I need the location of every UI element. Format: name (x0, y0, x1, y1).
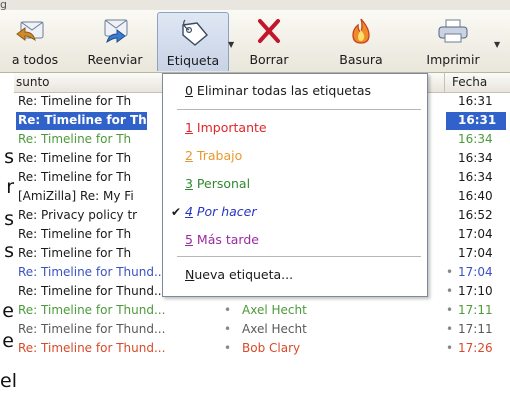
thread-dot-icon: • (446, 303, 454, 317)
left-cut-letter: e (2, 330, 14, 352)
thread-dot-icon: • (224, 303, 232, 317)
message-date: 17:10 (458, 284, 493, 298)
tag-accesskey: 1 (185, 120, 193, 135)
junk-button[interactable]: Basura (326, 12, 396, 70)
remove-all-accesskey: 0 (185, 83, 193, 98)
menu-item-tag-4[interactable]: ✔ 4 Por hacer (163, 201, 427, 223)
forward-button[interactable]: Reenviar (76, 12, 154, 70)
tag-button[interactable]: Etiqueta (157, 12, 229, 71)
thread-dot-icon: • (446, 284, 454, 298)
remove-all-label: Eliminar todas las etiquetas (192, 83, 372, 98)
tag-icon (182, 19, 208, 46)
thread-dot-icon: • (446, 322, 454, 336)
menu-item-new-tag[interactable]: Nueva etiqueta... (163, 264, 427, 286)
left-cut-letter: e (2, 300, 14, 322)
print-button[interactable]: Imprimir (412, 12, 494, 70)
message-author: Bob Clary (242, 341, 301, 355)
message-date: 16:34 (458, 132, 493, 146)
window-title-strip: g (0, 0, 510, 10)
subject-column-header[interactable]: sunto (16, 75, 50, 89)
message-date: 17:04 (458, 227, 493, 241)
reply-all-label: a todos (11, 52, 59, 67)
date-column-header[interactable]: Fecha (448, 75, 487, 89)
left-cut-letter: r (6, 176, 14, 198)
print-label: Imprimir (426, 52, 480, 67)
message-date: 17:11 (458, 303, 493, 317)
thread-dot-icon: • (446, 265, 454, 279)
message-author: Axel Hecht (242, 303, 307, 317)
tag-label: Etiqueta (166, 53, 220, 68)
menu-separator (177, 256, 421, 257)
message-row[interactable]: Re: Timeline for Thund...•Axel Hecht•17:… (14, 320, 510, 339)
reply-all-button[interactable]: a todos (0, 12, 70, 70)
tag-accesskey: 4 (185, 204, 193, 219)
message-date: 17:26 (458, 341, 493, 355)
left-cut-letter: s (4, 240, 14, 262)
thread-dot-icon: • (446, 341, 454, 355)
print-dropdown-arrow-icon[interactable]: ▼ (494, 40, 500, 49)
new-tag-accesskey: N (185, 267, 195, 282)
left-cut-letter: s (4, 146, 14, 168)
tag-accesskey: 3 (185, 176, 193, 191)
menu-item-remove-all-tags[interactable]: 0 Eliminar todas las etiquetas (163, 80, 427, 102)
printer-icon (438, 19, 468, 43)
tag-label: Más tarde (192, 232, 259, 247)
thread-dot-icon: • (224, 341, 232, 355)
menu-item-tag-2[interactable]: 2 Trabajo (163, 145, 427, 167)
left-cut-letter: s (4, 208, 14, 230)
main-toolbar: a todos Reenviar Etiqueta ▼ Borrar Basur… (0, 10, 510, 73)
delete-x-icon (258, 19, 280, 43)
message-row[interactable]: Re: Timeline for Thund... • Bob Clary • 17:2… (14, 339, 510, 358)
junk-flame-icon (352, 18, 370, 44)
reply-all-icon (16, 21, 44, 42)
window-title-fragment: g (0, 0, 7, 11)
message-date: 17:04 (458, 246, 493, 260)
message-author: Axel Hecht (242, 322, 307, 336)
checkmark-icon: ✔ (171, 205, 182, 219)
left-cut-letter: el (0, 370, 17, 392)
tag-accesskey: 5 (185, 232, 193, 247)
new-tag-label: ueva etiqueta... (194, 267, 294, 282)
message-date: 16:40 (458, 189, 493, 203)
menu-item-tag-5[interactable]: 5 Más tarde (163, 229, 427, 251)
message-row[interactable]: Re: Timeline for Thund...•Axel Hecht•17:… (14, 301, 510, 320)
thread-dot-icon: • (224, 322, 232, 336)
forward-label: Reenviar (87, 52, 143, 67)
message-date: 16:31 (458, 113, 497, 127)
menu-item-tag-3[interactable]: 3 Personal (163, 173, 427, 195)
menu-item-tag-1[interactable]: 1 Importante (163, 117, 427, 139)
tag-label: Trabajo (192, 148, 243, 163)
forward-icon (104, 19, 128, 44)
column-separator (444, 73, 445, 92)
tag-dropdown-arrow-icon[interactable]: ▼ (228, 40, 234, 49)
tag-popup-menu: 0 Eliminar todas las etiquetas 1 Importa… (162, 73, 428, 297)
tag-accesskey: 2 (185, 148, 193, 163)
menu-separator (177, 109, 421, 110)
message-date: 16:34 (458, 151, 493, 165)
message-date: 17:11 (458, 322, 493, 336)
tag-label: Por hacer (192, 204, 257, 219)
message-date: 17:04 (458, 265, 493, 279)
message-date: 16:31 (458, 94, 493, 108)
message-date: 16:52 (458, 208, 493, 222)
junk-label: Basura (339, 52, 383, 67)
tag-label: Importante (192, 120, 267, 135)
message-date: 16:34 (458, 170, 493, 184)
tag-label: Personal (192, 176, 251, 191)
delete-label: Borrar (249, 52, 289, 67)
delete-button[interactable]: Borrar (238, 12, 300, 70)
